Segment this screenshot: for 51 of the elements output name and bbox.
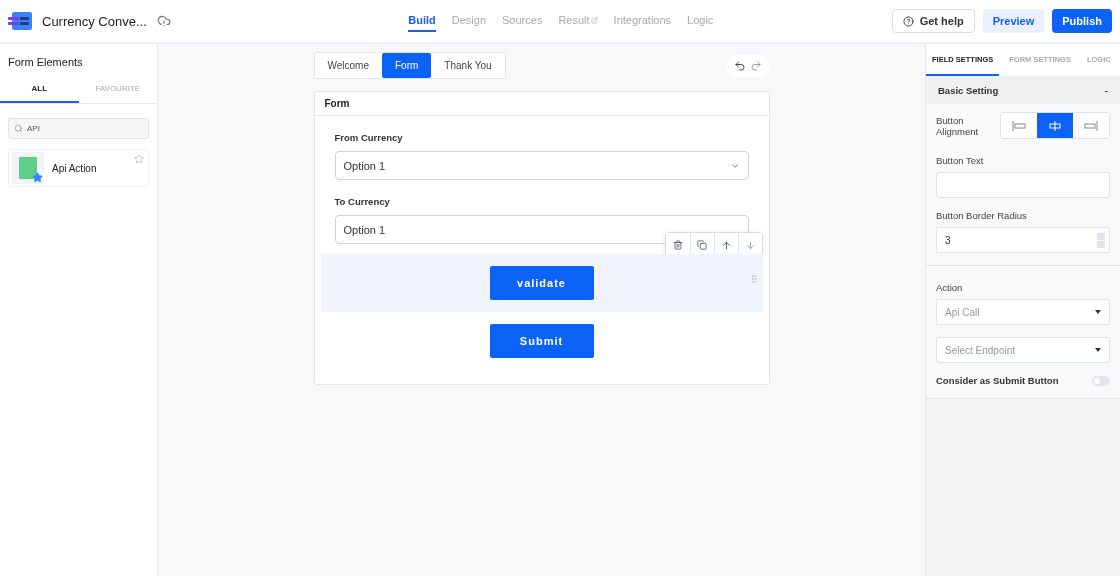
input-field[interactable] (936, 172, 1110, 198)
search-field[interactable]: API (8, 118, 149, 139)
setting-label: Button Alignment (936, 114, 980, 137)
delete-button[interactable] (665, 233, 690, 257)
caret-icon (1095, 310, 1101, 314)
align-center-icon (1049, 120, 1061, 131)
section-title: Basic Setting (938, 84, 999, 96)
field-label: From Currency (334, 132, 404, 143)
external-link-icon (590, 16, 598, 24)
section-header[interactable]: Basic Setting - (926, 76, 1120, 104)
align-left-icon (1012, 120, 1026, 131)
cloud-icon[interactable] (156, 14, 171, 28)
number-field[interactable]: 3 (936, 227, 1110, 253)
star-icon[interactable] (134, 154, 144, 164)
element-card[interactable]: Api Action (8, 149, 149, 187)
arrow-up-icon (720, 239, 732, 251)
card-title: Form (314, 92, 769, 116)
undo-button[interactable] (733, 59, 746, 72)
alignment-option[interactable] (1037, 113, 1073, 138)
help-button[interactable]: Get help (891, 9, 975, 33)
element-thumbnail (12, 152, 44, 184)
form-button[interactable]: validate (489, 266, 594, 300)
setting-label: Button Border Radius (936, 210, 1028, 221)
setting-label: Consider as Submit Button (936, 375, 1059, 386)
sidebar-title: Form Elements (8, 56, 84, 68)
form-title: Currency Conve... (42, 13, 147, 29)
page-tab[interactable]: Form (382, 53, 432, 78)
help-icon (902, 15, 914, 27)
field-label: To Currency (334, 196, 391, 207)
element-label: Api Action (52, 162, 97, 174)
redo-icon (749, 59, 762, 72)
form-button[interactable]: Submit (489, 324, 594, 358)
logo-icon (8, 12, 32, 30)
setting-label: Button Text (936, 155, 985, 166)
copy-icon (697, 240, 707, 250)
select-field[interactable]: Option 1 (334, 151, 749, 180)
undo-icon (733, 59, 746, 72)
trash-icon (672, 240, 683, 250)
endpoint-dropdown[interactable]: Select Endpoint (936, 337, 1110, 363)
nav-tab[interactable]: Build (408, 10, 436, 32)
stepper-icon[interactable] (1097, 232, 1105, 248)
preview-button[interactable]: Preview (982, 9, 1045, 33)
publish-button[interactable]: Publish (1052, 9, 1112, 33)
caret-icon (1095, 348, 1101, 352)
toggle-switch[interactable] (1092, 375, 1110, 386)
sidebar-tab[interactable]: ALL (0, 76, 79, 103)
align-right-icon (1084, 120, 1098, 131)
collapse-toggle[interactable]: - (1104, 84, 1108, 96)
setting-label: Action (936, 282, 964, 293)
arrow-down-icon (744, 239, 756, 251)
action-dropdown[interactable]: Api Call (936, 299, 1110, 325)
